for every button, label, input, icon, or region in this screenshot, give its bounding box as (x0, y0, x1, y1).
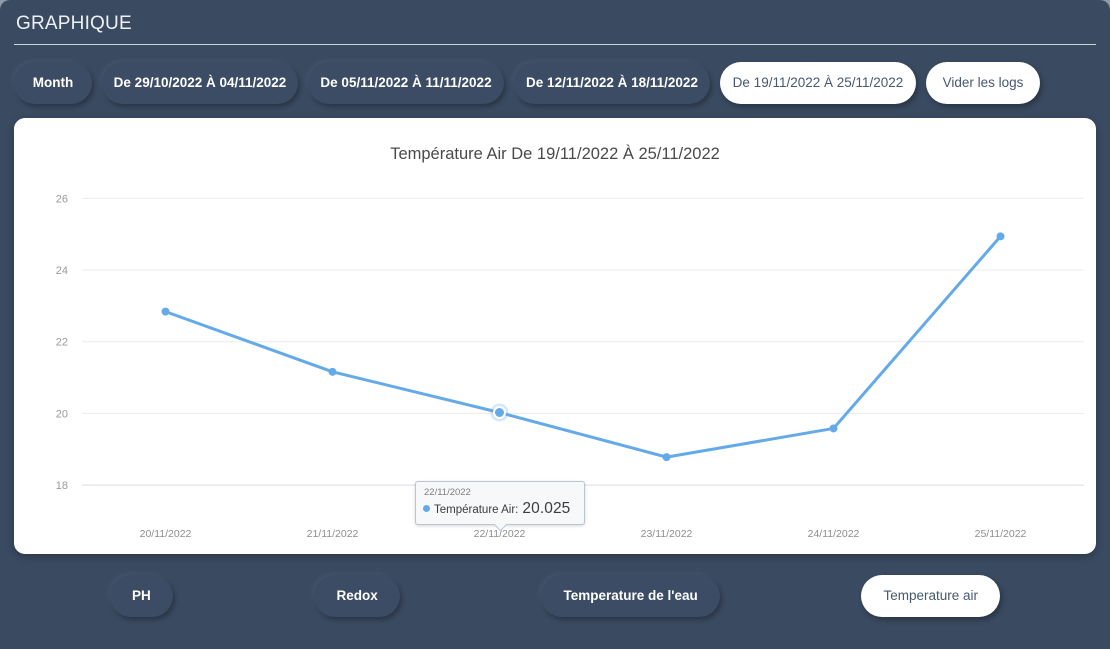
svg-text:18: 18 (56, 480, 68, 492)
range-button-1[interactable]: De 29/10/2022 À 04/11/2022 (102, 62, 298, 104)
tooltip-row: Température Air: 20.025 (423, 500, 577, 518)
svg-text:20/11/2022: 20/11/2022 (140, 528, 192, 540)
range-button-2[interactable]: De 05/11/2022 À 11/11/2022 (308, 62, 504, 104)
svg-text:26: 26 (56, 193, 68, 205)
metric-button-redox[interactable]: Redox (314, 575, 400, 617)
tooltip-value: 20.025 (522, 500, 571, 517)
chart-card: Température Air De 19/11/2022 À 25/11/20… (14, 118, 1096, 554)
svg-text:24: 24 (56, 265, 68, 277)
month-button[interactable]: Month (14, 62, 92, 104)
title-divider (14, 44, 1096, 45)
svg-text:25/11/2022: 25/11/2022 (975, 528, 1027, 540)
tooltip-date: 22/11/2022 (424, 487, 471, 498)
tooltip-series-label: Température Air: (434, 504, 519, 516)
svg-text:21/11/2022: 21/11/2022 (307, 528, 359, 540)
metric-button-ph[interactable]: PH (110, 575, 173, 617)
tooltip-arrow (494, 524, 506, 531)
range-button-4[interactable]: De 19/11/2022 À 25/11/2022 (720, 62, 916, 104)
range-button-bar: Month De 29/10/2022 À 04/11/2022 De 05/1… (14, 62, 1096, 104)
range-button-3[interactable]: De 12/11/2022 À 18/11/2022 (514, 62, 710, 104)
graph-panel: GRAPHIQUE Month De 29/10/2022 À 04/11/20… (0, 0, 1110, 649)
svg-text:20: 20 (56, 408, 68, 420)
metric-button-water-temp[interactable]: Temperature de l'eau (541, 575, 720, 617)
svg-text:23/11/2022: 23/11/2022 (641, 528, 693, 540)
page-title: GRAPHIQUE (16, 13, 132, 34)
metric-button-air-temp[interactable]: Temperature air (861, 575, 1000, 617)
chart-tooltip: 22/11/2022 Température Air: 20.025 (415, 481, 585, 525)
svg-text:22: 22 (56, 337, 68, 349)
series-marker-icon (423, 505, 430, 512)
svg-text:24/11/2022: 24/11/2022 (808, 528, 860, 540)
clear-logs-button[interactable]: Vider les logs (926, 62, 1040, 104)
metric-button-bar: PH Redox Temperature de l'eau Temperatur… (110, 575, 1000, 617)
panel-header: GRAPHIQUE (0, 0, 1110, 45)
